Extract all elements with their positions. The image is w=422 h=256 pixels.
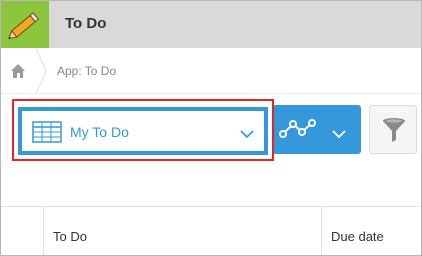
breadcrumb-separator — [35, 47, 47, 95]
table-grid-icon — [32, 121, 62, 143]
graph-menu-button[interactable] — [274, 105, 361, 154]
app-title: To Do — [65, 15, 107, 32]
breadcrumb: App: To Do — [1, 47, 421, 95]
chevron-down-icon — [240, 126, 254, 139]
breadcrumb-app-link[interactable]: App: To Do — [57, 64, 116, 78]
app-frame: To Do App: To Do My To Do To Do Due date — [0, 0, 422, 256]
pencil-icon[interactable] — [1, 1, 49, 48]
filter-button[interactable] — [369, 105, 417, 154]
app-header: To Do — [1, 1, 421, 48]
column-header-todo[interactable]: To Do — [53, 229, 87, 244]
column-header-due-date[interactable]: Due date — [331, 229, 384, 244]
column-divider — [43, 207, 44, 255]
chevron-down-icon — [332, 126, 346, 139]
funnel-icon — [382, 117, 406, 143]
column-divider — [321, 207, 322, 255]
view-select-value: My To Do — [70, 124, 129, 140]
home-icon[interactable] — [1, 48, 35, 94]
table-header: To Do Due date — [1, 206, 421, 255]
line-graph-icon — [278, 117, 318, 139]
view-select-dropdown[interactable]: My To Do — [18, 107, 268, 155]
